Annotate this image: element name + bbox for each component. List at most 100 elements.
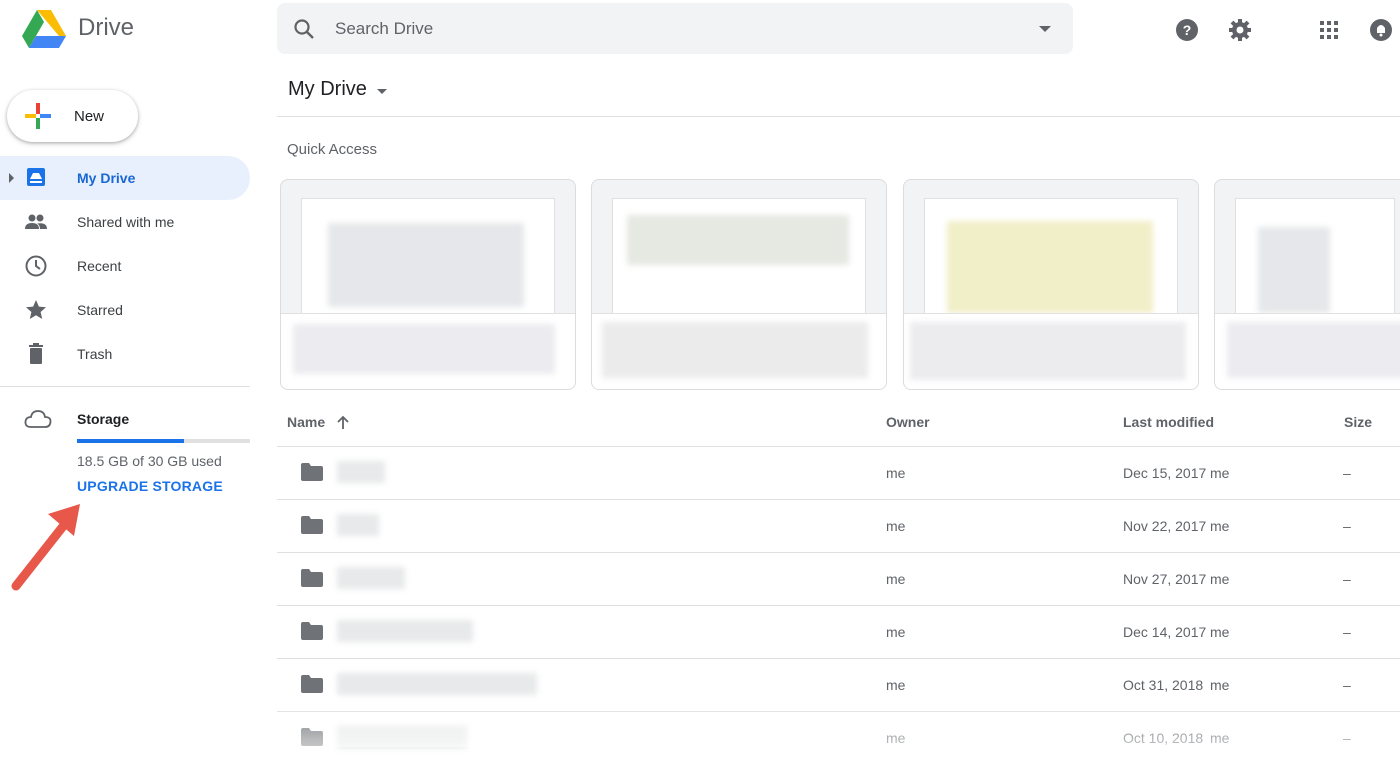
- sidebar-divider: [0, 386, 250, 387]
- modified-by-cell: me: [1210, 465, 1230, 481]
- modified-date-cell: Dec 14, 2017: [1123, 624, 1207, 640]
- owner-cell: me: [886, 624, 906, 640]
- quick-access-card[interactable]: [591, 179, 887, 390]
- storage-used-text: 18.5 GB of 30 GB used: [77, 453, 222, 469]
- owner-cell: me: [886, 571, 906, 587]
- file-name[interactable]: [337, 461, 385, 483]
- quick-access-card[interactable]: [1214, 179, 1400, 390]
- star-icon: [24, 298, 48, 322]
- new-label: New: [74, 108, 105, 125]
- sidebar-item-trash[interactable]: Trash: [0, 332, 250, 376]
- search-options-icon[interactable]: [1039, 26, 1051, 32]
- modified-date-cell: Oct 31, 2018: [1123, 677, 1204, 693]
- modified-by-cell: me: [1210, 677, 1230, 693]
- owner-cell: me: [886, 730, 906, 746]
- sidebar-item-label: Starred: [77, 302, 123, 318]
- modified-by-cell: me: [1210, 571, 1230, 587]
- quick-access-heading: Quick Access: [287, 141, 378, 158]
- sidebar-item-label: My Drive: [77, 170, 136, 186]
- owner-cell: me: [886, 518, 906, 534]
- owner-cell: me: [886, 465, 906, 481]
- sidebar-item-starred[interactable]: Starred: [0, 288, 250, 332]
- settings-icon[interactable]: [1227, 17, 1253, 43]
- notifications-icon[interactable]: [1368, 17, 1394, 43]
- chevron-down-icon[interactable]: [377, 89, 387, 94]
- column-header-name[interactable]: Name: [287, 414, 325, 430]
- shared-icon: [24, 210, 48, 234]
- modified-by-cell: me: [1210, 624, 1230, 640]
- column-header-owner[interactable]: Owner: [886, 414, 930, 430]
- card-footer: [904, 313, 1198, 389]
- folder-icon: [301, 516, 323, 534]
- size-cell: –: [1343, 624, 1351, 640]
- table-row[interactable]: me Nov 27, 2017 me –: [277, 552, 1400, 606]
- card-footer: [1215, 313, 1400, 389]
- brand-name: Drive: [78, 14, 135, 41]
- modified-date-cell: Nov 22, 2017: [1123, 518, 1207, 534]
- table-row[interactable]: me Oct 31, 2018 me –: [277, 658, 1400, 712]
- modified-date-cell: Nov 27, 2017: [1123, 571, 1207, 587]
- quick-access-card[interactable]: [903, 179, 1199, 390]
- table-row[interactable]: me Oct 10, 2018 me –: [277, 711, 1400, 765]
- card-footer: [281, 313, 575, 389]
- drive-logo-icon[interactable]: [22, 10, 66, 48]
- sidebar-item-shared[interactable]: Shared with me: [0, 200, 250, 244]
- size-cell: –: [1343, 465, 1351, 481]
- file-thumbnail: [612, 198, 866, 314]
- quick-access-card[interactable]: [280, 179, 576, 390]
- cloud-icon: [24, 408, 52, 430]
- sidebar-item-label: Shared with me: [77, 214, 175, 230]
- clock-icon: [24, 254, 48, 278]
- file-name[interactable]: [337, 726, 467, 748]
- table-row[interactable]: me Dec 15, 2017 me –: [277, 446, 1400, 500]
- search-input[interactable]: Search Drive: [335, 19, 433, 39]
- folder-icon: [301, 728, 323, 746]
- annotation-arrow-icon: [8, 498, 88, 598]
- modified-date-cell: Dec 15, 2017: [1123, 465, 1207, 481]
- folder-icon: [301, 569, 323, 587]
- size-cell: –: [1343, 677, 1351, 693]
- my-drive-icon: [24, 166, 48, 190]
- file-name[interactable]: [337, 567, 405, 589]
- table-row[interactable]: me Dec 14, 2017 me –: [277, 605, 1400, 659]
- table-row[interactable]: me Nov 22, 2017 me –: [277, 499, 1400, 553]
- expand-caret-icon[interactable]: [9, 173, 14, 183]
- sort-arrow-icon[interactable]: [336, 414, 350, 430]
- file-name[interactable]: [337, 673, 537, 695]
- apps-grid-icon[interactable]: [1316, 17, 1342, 43]
- trash-icon: [24, 342, 48, 366]
- file-name[interactable]: [337, 514, 379, 536]
- folder-icon: [301, 463, 323, 481]
- modified-by-cell: me: [1210, 730, 1230, 746]
- folder-icon: [301, 622, 323, 640]
- main-divider: [277, 116, 1400, 117]
- modified-date-cell: Oct 10, 2018: [1123, 730, 1204, 746]
- help-icon[interactable]: ?: [1174, 17, 1200, 43]
- column-header-modified[interactable]: Last modified: [1123, 414, 1214, 430]
- file-name[interactable]: [337, 620, 473, 642]
- sidebar-item-recent[interactable]: Recent: [0, 244, 250, 288]
- owner-cell: me: [886, 677, 906, 693]
- column-header-size[interactable]: Size: [1344, 414, 1372, 430]
- plus-icon: [25, 103, 51, 129]
- sidebar-item-label: Trash: [77, 346, 113, 362]
- search-bar[interactable]: Search Drive: [277, 3, 1073, 54]
- size-cell: –: [1343, 730, 1351, 746]
- storage-progress-bar: [77, 439, 250, 443]
- modified-by-cell: me: [1210, 518, 1230, 534]
- file-thumbnail: [1235, 198, 1395, 314]
- size-cell: –: [1343, 571, 1351, 587]
- search-icon[interactable]: [293, 18, 315, 40]
- size-cell: –: [1343, 518, 1351, 534]
- file-thumbnail: [301, 198, 555, 314]
- storage-progress-fill: [77, 439, 184, 443]
- file-thumbnail: [924, 198, 1178, 314]
- storage-label[interactable]: Storage: [77, 411, 129, 427]
- sidebar-item-label: Recent: [77, 258, 122, 274]
- page-title[interactable]: My Drive: [288, 78, 367, 101]
- new-button[interactable]: New: [7, 90, 138, 142]
- folder-icon: [301, 675, 323, 693]
- svg-text:?: ?: [1183, 22, 1192, 38]
- upgrade-storage-link[interactable]: UPGRADE STORAGE: [77, 478, 223, 494]
- sidebar-item-my-drive[interactable]: My Drive: [0, 156, 250, 200]
